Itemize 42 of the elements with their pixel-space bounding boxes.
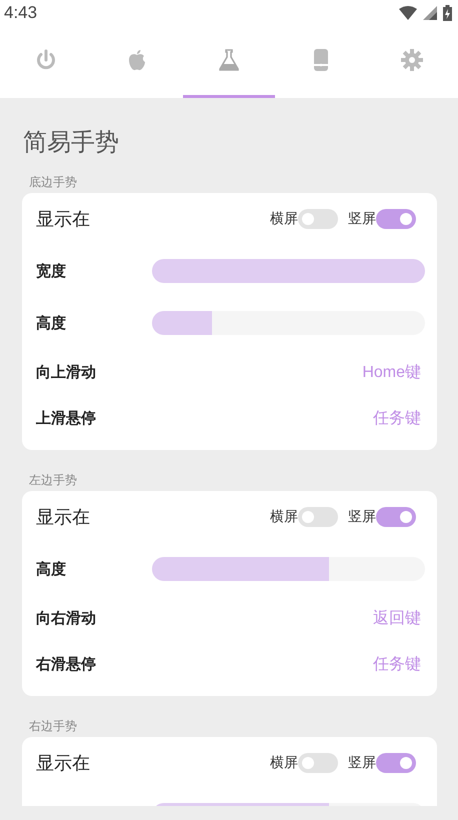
page-title: 简易手势 bbox=[23, 129, 119, 156]
row-label: 显示在 bbox=[36, 208, 90, 231]
battery-icon bbox=[443, 4, 452, 20]
row-label: 向上滑动 bbox=[36, 362, 97, 382]
toggle-label: 横屏 bbox=[270, 754, 298, 772]
clock-time: 4:43 bbox=[4, 2, 38, 22]
toggle-label: 竖屏 bbox=[348, 754, 376, 772]
row-label: 显示在 bbox=[36, 506, 90, 529]
toggle-label: 竖屏 bbox=[348, 210, 376, 228]
toggle-switch[interactable] bbox=[376, 507, 416, 527]
section-label: 右边手势 bbox=[28, 718, 78, 734]
slider-fill[interactable] bbox=[152, 311, 212, 335]
toggle-label: 竖屏 bbox=[348, 508, 376, 526]
action-value[interactable]: 任务键 bbox=[373, 654, 421, 674]
toggle-switch[interactable] bbox=[298, 507, 338, 527]
row-label: 宽度 bbox=[36, 262, 67, 280]
phone-icon bbox=[314, 49, 328, 71]
power-icon bbox=[34, 49, 57, 71]
toggle-label: 横屏 bbox=[270, 508, 298, 526]
row-label: 右滑悬停 bbox=[36, 654, 97, 674]
flask-icon bbox=[218, 49, 239, 71]
action-value[interactable]: Home键 bbox=[362, 362, 421, 382]
toggle-switch[interactable] bbox=[376, 753, 416, 773]
row-label: 显示在 bbox=[36, 752, 90, 775]
row-label: 高度 bbox=[36, 314, 67, 332]
gear-icon bbox=[401, 49, 424, 71]
row-label: 高度 bbox=[36, 560, 67, 578]
toggle-switch[interactable] bbox=[298, 753, 338, 773]
section-label: 左边手势 bbox=[28, 472, 78, 488]
action-value[interactable]: 任务键 bbox=[373, 408, 421, 428]
slider-fill[interactable] bbox=[152, 557, 330, 581]
action-value[interactable]: 返回键 bbox=[373, 608, 421, 628]
wifi-icon bbox=[399, 6, 417, 20]
apple-icon bbox=[127, 49, 148, 71]
slider-fill[interactable] bbox=[152, 259, 425, 283]
row-label: 向右滑动 bbox=[36, 608, 97, 628]
toggle-label: 横屏 bbox=[270, 210, 298, 228]
section-label: 底边手势 bbox=[28, 174, 78, 190]
signal-icon bbox=[423, 6, 437, 20]
row-label: 上滑悬停 bbox=[36, 408, 97, 428]
toggle-switch[interactable] bbox=[298, 209, 338, 229]
toggle-switch[interactable] bbox=[376, 209, 416, 229]
